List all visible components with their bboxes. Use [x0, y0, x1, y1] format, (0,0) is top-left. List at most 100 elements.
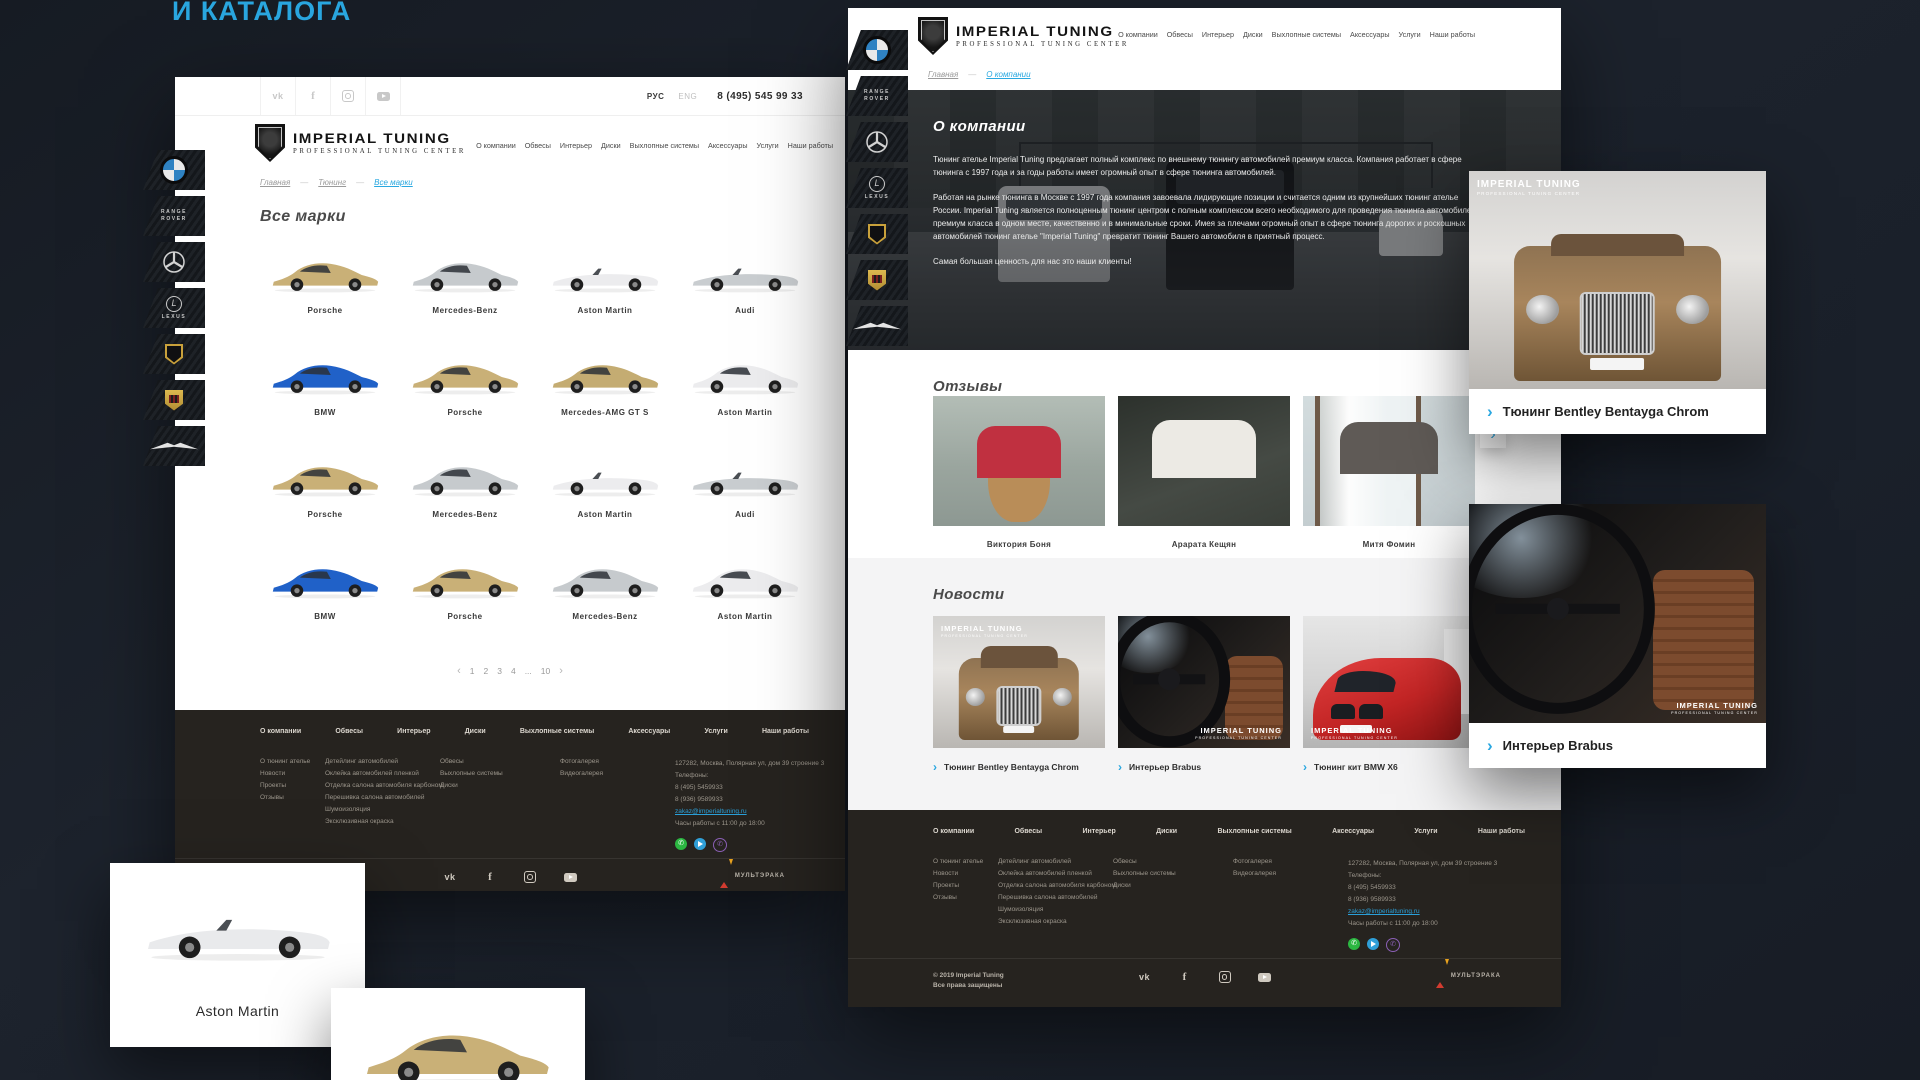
footer-link[interactable]: О тюнинг ателье: [260, 758, 310, 765]
nav-item[interactable]: Наши работы: [788, 141, 833, 153]
brand-badge-mercedes[interactable]: [846, 122, 908, 162]
footer-link[interactable]: Обвесы: [1113, 858, 1176, 865]
car-card[interactable]: Porsche: [395, 533, 535, 635]
brand-badge-lexus[interactable]: LLEXUS: [846, 168, 908, 208]
facebook-icon[interactable]: f: [482, 869, 498, 885]
nav-item[interactable]: Диски: [1243, 30, 1263, 42]
footer-link[interactable]: Новости: [260, 770, 310, 777]
instagram-icon[interactable]: [1217, 969, 1233, 985]
youtube-icon[interactable]: [1257, 969, 1273, 985]
page-number[interactable]: 1: [470, 666, 475, 676]
car-card[interactable]: Aston Martin: [535, 227, 675, 329]
footer-link[interactable]: Шумоизоляция: [998, 906, 1116, 913]
footer-heading[interactable]: Услуги: [1414, 828, 1437, 835]
page-number[interactable]: 10: [541, 666, 550, 676]
footer-link[interactable]: Видеогалерея: [1233, 870, 1276, 877]
footer-link[interactable]: Диски: [440, 782, 503, 789]
nav-item[interactable]: Услуги: [757, 141, 779, 153]
review-card[interactable]: Арарата Кещян: [1118, 396, 1290, 549]
car-card[interactable]: Porsche: [395, 329, 535, 431]
footer-heading[interactable]: Выхлопные системы: [520, 728, 594, 735]
whatsapp-icon[interactable]: ✆: [1348, 938, 1360, 950]
page-number[interactable]: 3: [497, 666, 502, 676]
news-card[interactable]: IMPERIAL TUNINGPROFESSIONAL TUNING CENTE…: [1303, 616, 1475, 773]
news-card[interactable]: IMPERIAL TUNINGPROFESSIONAL TUNING CENTE…: [1118, 616, 1290, 773]
brand-badge-lexus[interactable]: LLEXUS: [143, 288, 205, 328]
nav-item[interactable]: О компании: [476, 141, 516, 153]
footer-heading[interactable]: О компании: [260, 728, 301, 735]
footer-heading[interactable]: О компании: [933, 828, 974, 835]
nav-item[interactable]: Выхлопные системы: [630, 141, 699, 153]
footer-link[interactable]: Видеогалерея: [560, 770, 603, 777]
footer-heading[interactable]: Наши работы: [762, 728, 809, 735]
brand-badge-bmw[interactable]: [846, 30, 908, 70]
footer-heading[interactable]: Аксессуары: [1332, 828, 1374, 835]
lang-rus[interactable]: РУС: [647, 92, 664, 101]
site-logo[interactable]: IMPERIAL TUNING PROFESSIONAL TUNING CENT…: [918, 17, 1129, 55]
brand-badge-range-rover[interactable]: RANGEROVER: [143, 196, 205, 236]
footer-link[interactable]: Шумоизоляция: [325, 806, 443, 813]
footer-link[interactable]: Фотогалерея: [560, 758, 603, 765]
nav-item[interactable]: Наши работы: [1430, 30, 1475, 42]
car-card[interactable]: Aston Martin: [675, 329, 815, 431]
nav-item[interactable]: Услуги: [1399, 30, 1421, 42]
footer-link[interactable]: Выхлопные системы: [1113, 870, 1176, 877]
footer-link[interactable]: Фотогалерея: [1233, 858, 1276, 865]
car-card[interactable]: Mercedes-AMG GT S: [535, 329, 675, 431]
lang-eng[interactable]: ENG: [678, 92, 697, 101]
review-card[interactable]: Митя Фомин: [1303, 396, 1475, 549]
footer-phone-1[interactable]: 8 (495) 5459933: [675, 782, 835, 794]
footer-link[interactable]: Выхлопные системы: [440, 770, 503, 777]
page-number[interactable]: 4: [511, 666, 516, 676]
news-card[interactable]: IMPERIAL TUNINGPROFESSIONAL TUNING CENTE…: [933, 616, 1105, 773]
car-card[interactable]: BMW: [255, 329, 395, 431]
brand-badge-lamborghini[interactable]: [846, 214, 908, 254]
brand-badge-lamborghini[interactable]: [143, 334, 205, 374]
nav-item[interactable]: Интерьер: [560, 141, 592, 153]
car-card[interactable]: Audi: [675, 227, 815, 329]
footer-heading[interactable]: Обвесы: [1014, 828, 1042, 835]
car-card[interactable]: Porsche: [255, 431, 395, 533]
brand-badge-aston-martin[interactable]: [846, 306, 908, 346]
brand-badge-porsche[interactable]: [846, 260, 908, 300]
floating-card-porsche[interactable]: [331, 988, 585, 1080]
brand-badge-porsche[interactable]: [143, 380, 205, 420]
footer-link[interactable]: Диски: [1113, 882, 1176, 889]
brand-badge-mercedes[interactable]: [143, 242, 205, 282]
page-number[interactable]: ...: [525, 666, 532, 676]
nav-item[interactable]: Выхлопные системы: [1272, 30, 1341, 42]
telegram-icon[interactable]: [694, 838, 706, 850]
viber-icon[interactable]: ✆: [713, 838, 727, 852]
footer-link[interactable]: Проекты: [933, 882, 983, 889]
footer-link[interactable]: Детейлинг автомобилей: [998, 858, 1116, 865]
floating-card-bentley[interactable]: IMPERIAL TUNINGPROFESSIONAL TUNING CENTE…: [1469, 171, 1766, 434]
footer-link[interactable]: Отделка салона автомобиля карбоном: [325, 782, 443, 789]
review-card[interactable]: Виктория Боня: [933, 396, 1105, 549]
crumb-home[interactable]: Главная: [928, 70, 958, 79]
instagram-icon[interactable]: [522, 869, 538, 885]
agency-credit[interactable]: МУЛЬТЭРАКА: [1436, 965, 1501, 987]
crumb-tuning[interactable]: Тюнинг: [318, 178, 346, 187]
page-prev-arrow[interactable]: ‹: [457, 665, 461, 677]
footer-link[interactable]: Обвесы: [440, 758, 503, 765]
vk-icon[interactable]: vk: [442, 869, 458, 885]
nav-item[interactable]: О компании: [1118, 30, 1158, 42]
footer-phone-1[interactable]: 8 (495) 5459933: [1348, 882, 1508, 894]
telegram-icon[interactable]: [1367, 938, 1379, 950]
floating-card-brabus[interactable]: IMPERIAL TUNINGPROFESSIONAL TUNING CENTE…: [1469, 504, 1766, 768]
footer-link[interactable]: Оклейка автомобилей пленкой: [325, 770, 443, 777]
youtube-icon[interactable]: [562, 869, 578, 885]
footer-link[interactable]: Детейлинг автомобилей: [325, 758, 443, 765]
nav-item[interactable]: Обвесы: [1167, 30, 1193, 42]
facebook-icon[interactable]: f: [296, 77, 331, 115]
facebook-icon[interactable]: f: [1177, 969, 1193, 985]
footer-heading[interactable]: Услуги: [704, 728, 727, 735]
footer-link[interactable]: Отзывы: [260, 794, 310, 801]
footer-link[interactable]: Оклейка автомобилей пленкой: [998, 870, 1116, 877]
agency-credit[interactable]: МУЛЬТЭРАКА: [720, 865, 785, 887]
footer-link[interactable]: Новости: [933, 870, 983, 877]
floating-card-aston-martin[interactable]: Aston Martin: [110, 863, 365, 1047]
footer-email[interactable]: zakaz@imperialtuning.ru: [675, 806, 747, 818]
footer-heading[interactable]: Диски: [1156, 828, 1177, 835]
footer-email[interactable]: zakaz@imperialtuning.ru: [1348, 906, 1420, 918]
